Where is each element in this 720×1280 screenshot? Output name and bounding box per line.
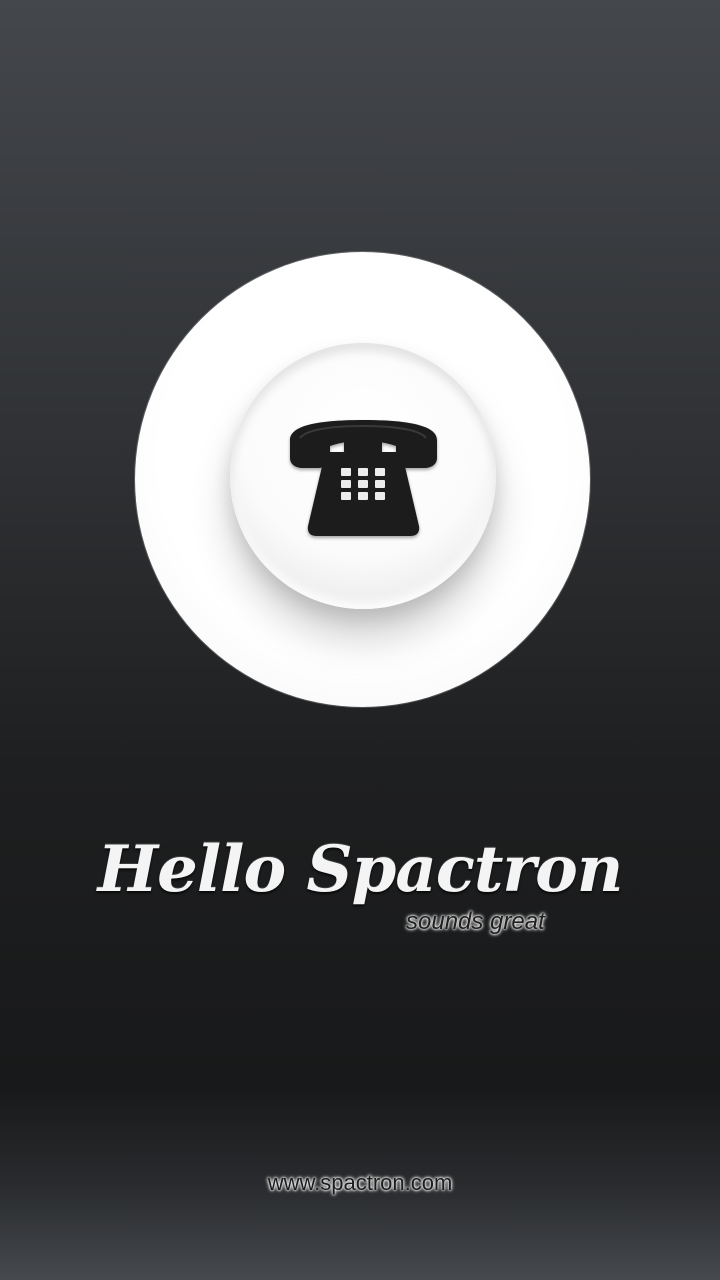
splash-screen: Hello Spactron sounds great www.spactron… (0, 0, 720, 1280)
website-link[interactable]: www.spactron.com (0, 1170, 720, 1196)
telephone-icon (290, 420, 437, 536)
app-title: Hello Spactron (97, 832, 624, 907)
app-tagline: sounds great (406, 908, 545, 935)
